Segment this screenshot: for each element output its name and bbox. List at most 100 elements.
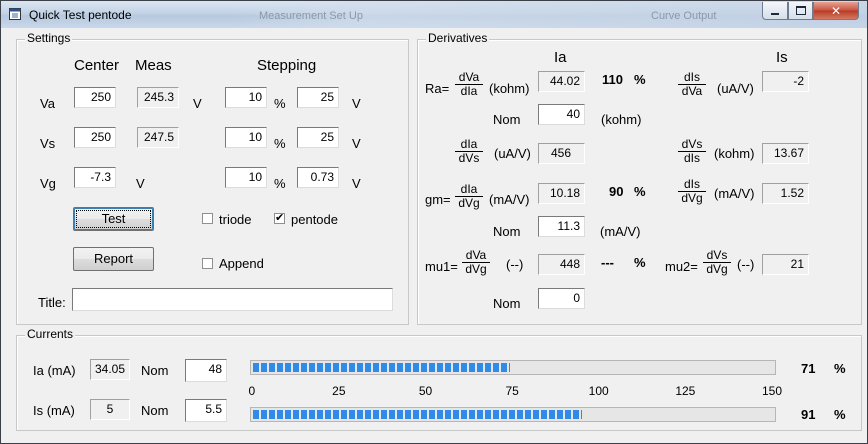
- title-bar[interactable]: Measurement Set Up Curve Output Quick Te…: [1, 1, 867, 28]
- is-nom-label: Nom: [141, 403, 169, 418]
- vs-label: Vs: [40, 136, 56, 151]
- maximize-button[interactable]: [788, 2, 813, 20]
- gm-numerator: dIa: [455, 183, 483, 197]
- app-window: Measurement Set Up Curve Output Quick Te…: [0, 0, 868, 444]
- vs-meas-value: 247.5: [137, 127, 179, 148]
- settings-group-title: Settings: [25, 31, 73, 45]
- mu2-fraction: dVs dVg: [703, 249, 731, 276]
- triode-checkbox[interactable]: [202, 213, 213, 224]
- append-checkbox[interactable]: [202, 258, 213, 269]
- mu2-unit: (--): [737, 257, 755, 272]
- va-abs-unit: V: [352, 96, 361, 111]
- ia-progress-fill: [253, 363, 510, 372]
- mu1-value: 448: [538, 254, 585, 275]
- append-label[interactable]: Append: [219, 256, 264, 271]
- ra-nom-label: Nom: [493, 112, 521, 127]
- minimize-button[interactable]: [762, 2, 788, 20]
- gm-nom-input[interactable]: 11.3: [538, 216, 585, 237]
- test-button[interactable]: Test: [73, 207, 154, 231]
- vs-step-pct-input[interactable]: 10: [225, 127, 267, 148]
- header-meas: Meas: [135, 57, 172, 74]
- mu1-numerator: dVa: [462, 249, 490, 263]
- vg-step-abs-input[interactable]: 0.73: [297, 167, 339, 188]
- is-column-header: Is: [776, 49, 788, 66]
- ia-percent: 71: [801, 361, 816, 376]
- ra-prefix: Ra=: [425, 81, 450, 96]
- vs-center-input[interactable]: 250: [74, 127, 116, 148]
- is-current-value: 5: [90, 399, 130, 420]
- background-title-2: Curve Output: [651, 10, 717, 22]
- is-progress-fill: [253, 410, 583, 419]
- scale-tick-label: 150: [762, 384, 783, 398]
- dvs-dis-numerator: dVs: [678, 138, 706, 152]
- derivatives-group-title: Derivatives: [426, 31, 490, 45]
- vg-label: Vg: [40, 176, 56, 191]
- mu1-fraction: dVa dVg: [462, 249, 490, 276]
- maximize-icon: [795, 6, 806, 15]
- ra-value: 44.02: [538, 71, 585, 92]
- dvs-dis-unit: (kohm): [714, 146, 755, 161]
- is-percent: 91: [801, 407, 816, 422]
- report-button[interactable]: Report: [73, 247, 154, 271]
- ia-current-value: 34.05: [90, 359, 130, 380]
- minimize-icon: [771, 12, 779, 15]
- vs-step-abs-input[interactable]: 25: [297, 127, 339, 148]
- is-current-label: Is (mA): [33, 403, 75, 418]
- vg-meas-unit: V: [136, 176, 145, 191]
- dia-dvs-fraction: dIa dVs: [455, 138, 483, 165]
- ra-unit: (kohm): [489, 81, 530, 96]
- app-icon[interactable]: [9, 8, 21, 20]
- dis-dvg-value: 1.52: [762, 183, 809, 204]
- gm-prefix: gm=: [425, 192, 451, 207]
- va-step-pct-input[interactable]: 10: [225, 87, 267, 108]
- dia-dvs-unit: (uA/V): [494, 146, 531, 161]
- ra-percent: 110: [602, 72, 623, 87]
- pentode-label[interactable]: pentode: [291, 212, 338, 227]
- is-progress-bar: [250, 407, 776, 422]
- dis-dva-denominator: dVa: [681, 84, 703, 98]
- mu2-numerator: dVs: [703, 249, 731, 263]
- mu1-percent: ---: [601, 255, 614, 270]
- vs-pct-sign: %: [274, 136, 286, 151]
- ia-percent-sign: %: [834, 361, 846, 376]
- header-stepping: Stepping: [257, 57, 317, 74]
- dis-dvg-fraction: dIs dVg: [678, 178, 706, 205]
- mu2-denominator: dVg: [706, 262, 728, 276]
- triode-label[interactable]: triode: [219, 212, 252, 227]
- mu1-prefix: mu1=: [425, 259, 458, 274]
- dia-dvs-value: 456: [538, 143, 585, 164]
- scale-tick-label: 75: [505, 384, 519, 398]
- va-pct-sign: %: [274, 96, 286, 111]
- mu1-unit: (--): [506, 257, 524, 272]
- title-label: Title:: [38, 295, 66, 310]
- close-button[interactable]: ✕: [813, 2, 859, 20]
- mu2-prefix: mu2=: [665, 259, 698, 274]
- va-center-input[interactable]: 250: [74, 87, 116, 108]
- ra-fraction: dVa dIa: [455, 71, 483, 98]
- dis-dva-unit: (uA/V): [717, 81, 754, 96]
- ia-nom-input[interactable]: 48: [185, 359, 227, 382]
- is-nom-input[interactable]: 5.5: [185, 399, 227, 422]
- ra-nom-input[interactable]: 40: [538, 104, 585, 125]
- vg-center-input[interactable]: -7.3: [74, 167, 116, 188]
- mu1-nom-input[interactable]: 0: [538, 288, 585, 309]
- ra-percent-sign: %: [634, 72, 646, 87]
- dia-dvs-numerator: dIa: [455, 138, 483, 152]
- title-input[interactable]: [72, 288, 393, 311]
- currents-group-title: Currents: [25, 327, 76, 341]
- ra-nom-unit: (kohm): [601, 112, 642, 127]
- pentode-checkbox[interactable]: ✔: [274, 213, 285, 224]
- background-title-1: Measurement Set Up: [259, 10, 363, 22]
- va-label: Va: [40, 96, 55, 111]
- va-meas-value: 245.3: [137, 87, 179, 108]
- is-percent-sign: %: [834, 407, 846, 422]
- scale-tick-label: 50: [418, 384, 433, 398]
- va-step-abs-input[interactable]: 25: [297, 87, 339, 108]
- vg-step-pct-input[interactable]: 10: [225, 167, 267, 188]
- vg-pct-sign: %: [274, 176, 286, 191]
- dvs-dis-value: 13.67: [762, 143, 809, 164]
- dis-dvg-unit: (mA/V): [714, 186, 755, 201]
- mu1-denominator: dVg: [465, 262, 487, 276]
- dis-dva-numerator: dIs: [678, 71, 706, 85]
- gm-denominator: dVg: [458, 196, 480, 210]
